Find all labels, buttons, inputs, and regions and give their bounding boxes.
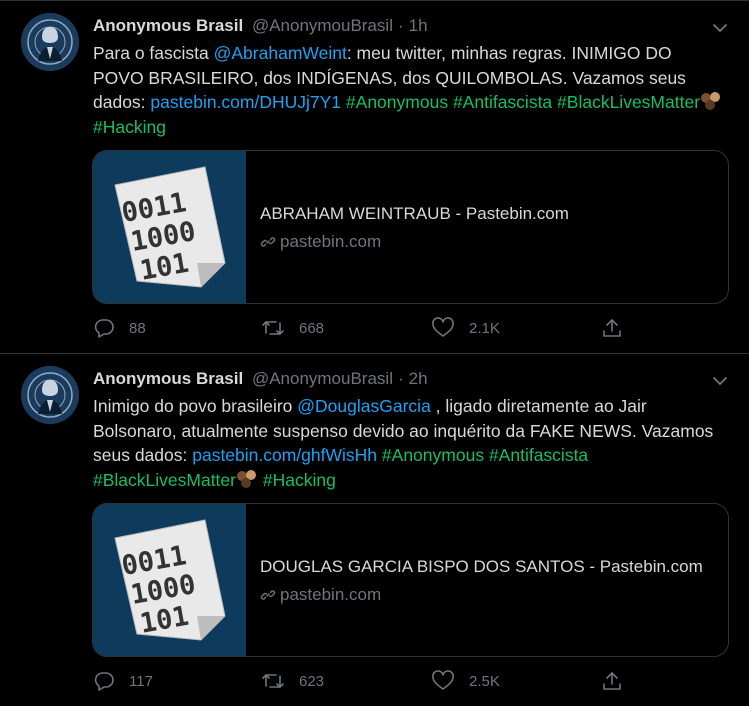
avatar-anonymous-icon [21, 366, 79, 424]
chevron-down-icon[interactable] [711, 372, 729, 390]
retweet-count: 668 [299, 319, 325, 337]
card-domain-text: pastebin.com [280, 232, 382, 251]
hashtag-link[interactable]: #Hacking [93, 117, 166, 137]
reply-count: 117 [129, 672, 153, 690]
display-name[interactable]: Anonymous Brasil [93, 369, 243, 388]
like-button[interactable]: 2.5K [431, 670, 500, 692]
timestamp[interactable]: 2h [409, 369, 428, 388]
reply-count: 88 [129, 319, 146, 337]
card-domain-text: pastebin.com [280, 585, 382, 604]
separator-dot: · [397, 369, 404, 388]
separator-dot: · [397, 16, 404, 35]
retweet-button[interactable]: 668 [261, 317, 324, 339]
mention-link[interactable]: @AbrahamWeint [214, 43, 347, 63]
tweet-actions: 117 623 2.5K [93, 670, 633, 694]
like-icon [432, 317, 454, 337]
share-button[interactable] [601, 670, 637, 692]
timeline-feed: Anonymous Brasil @AnonymouBrasil · 1h Para… [0, 0, 749, 706]
timestamp[interactable]: 1h [409, 16, 428, 35]
like-button[interactable]: 2.1K [431, 317, 500, 339]
hashtag-link[interactable]: #Antifascista [489, 445, 588, 465]
url-link[interactable]: pastebin.com/DHUJj7Y1 [150, 92, 341, 112]
black-fist-emoji-icon [701, 92, 721, 110]
card-domain: pastebin.com [260, 585, 703, 605]
card-thumbnail: 0011 1000 101 [93, 151, 246, 303]
card-title: DOUGLAS GARCIA BISPO DOS SANTOS - Pasteb… [260, 557, 703, 576]
avatar-anonymous-icon [21, 13, 79, 71]
tweet[interactable]: Anonymous Brasil @AnonymouBrasil · 1h Para… [0, 1, 749, 354]
mention-link[interactable]: @DouglasGarcia [297, 396, 431, 416]
link-icon [260, 590, 276, 600]
reply-button[interactable]: 88 [93, 317, 146, 339]
link-preview-card[interactable]: 0011 1000 101 DOUGLAS GARCIA BISPO DOS S… [92, 503, 729, 657]
hashtag-link[interactable]: #Anonymous [346, 92, 448, 112]
user-handle[interactable]: @AnonymouBrasil [252, 16, 393, 35]
reply-button[interactable]: 117 [93, 670, 153, 692]
share-icon [603, 319, 621, 337]
retweet-icon [262, 674, 284, 688]
retweet-icon [262, 321, 284, 335]
binary-document-icon: 0011 1000 101 [93, 151, 246, 303]
like-count: 2.5K [469, 672, 500, 690]
card-info: ABRAHAM WEINTRAUB - Pastebin.com pastebi… [246, 151, 569, 303]
tweet-header: Anonymous Brasil @AnonymouBrasil · 2h [93, 369, 428, 389]
share-button[interactable] [601, 317, 637, 339]
black-fist-emoji-icon [236, 469, 256, 488]
retweet-count: 623 [299, 672, 325, 690]
hashtag-link[interactable]: #Hacking [263, 470, 336, 490]
retweet-button[interactable]: 623 [261, 670, 324, 692]
display-name[interactable]: Anonymous Brasil [93, 16, 243, 35]
link-icon [260, 237, 276, 247]
text-segment: Inimigo do povo brasileiro [93, 396, 298, 416]
hashtag-link[interactable]: #BlackLivesMatter [93, 470, 236, 490]
avatar[interactable] [21, 13, 79, 71]
reply-icon [94, 319, 114, 338]
card-domain: pastebin.com [260, 232, 569, 252]
hashtag-link[interactable]: #Anonymous [382, 445, 484, 465]
like-icon [432, 670, 454, 690]
hashtag-link[interactable]: #Antifascista [453, 92, 552, 112]
link-preview-card[interactable]: 0011 1000 101 ABRAHAM WEINTRAUB - Pasteb… [92, 150, 729, 304]
url-link[interactable]: pastebin.com/ghfWisHh [192, 445, 377, 465]
card-thumbnail: 0011 1000 101 [93, 504, 246, 656]
chevron-down-icon[interactable] [711, 19, 729, 37]
tweet-header: Anonymous Brasil @AnonymouBrasil · 1h [93, 16, 428, 36]
tweet-actions: 88 668 2.1K [93, 317, 633, 341]
tweet[interactable]: Anonymous Brasil @AnonymouBrasil · 2h Inim… [0, 354, 749, 706]
card-title: ABRAHAM WEINTRAUB - Pastebin.com [260, 204, 569, 223]
user-handle[interactable]: @AnonymouBrasil [252, 369, 393, 388]
binary-document-icon: 0011 1000 101 [93, 504, 246, 656]
hashtag-link[interactable]: #BlackLivesMatter [557, 92, 700, 112]
share-icon [603, 672, 621, 690]
card-info: DOUGLAS GARCIA BISPO DOS SANTOS - Pasteb… [246, 504, 703, 656]
reply-icon [94, 672, 114, 691]
tweet-text: Inimigo do povo brasileiro @DouglasGarci… [93, 394, 723, 492]
tweet-text: Para o fascista @AbrahamWeint: meu twitt… [93, 41, 723, 139]
like-count: 2.1K [469, 319, 500, 337]
text-segment: Para o fascista [93, 43, 214, 63]
avatar[interactable] [21, 366, 79, 424]
